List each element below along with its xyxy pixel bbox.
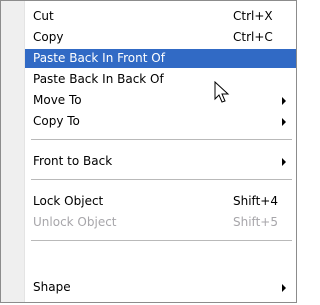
menu-item-front-to-back[interactable]: Front to Back [25, 152, 296, 171]
menu-separator [31, 179, 292, 180]
menu-item-shortcut: Shift+4 [233, 194, 278, 208]
menu-item-label: Copy [33, 30, 64, 44]
menu-item-label: Copy To [33, 114, 80, 128]
menu-item-unlock-object: Unlock Object Shift+5 [25, 213, 296, 232]
menu-item-label: Move To [33, 93, 82, 107]
submenu-arrow-icon [282, 284, 286, 292]
mouse-pointer-icon [214, 81, 230, 103]
menu-item-copy-to[interactable]: Copy To [25, 112, 296, 131]
menu-item-shortcut: Shift+5 [233, 215, 278, 229]
menu-item-label: Shape [33, 280, 71, 294]
menu-item-shortcut: Ctrl+C [233, 30, 273, 44]
menu-item-lock-object[interactable]: Lock Object Shift+4 [25, 192, 296, 211]
menu-separator [31, 240, 292, 241]
menu-item-shortcut: Ctrl+X [233, 9, 273, 23]
menu-separator [31, 139, 292, 140]
menu-item-label: Lock Object [33, 194, 104, 208]
menu-item-label: Front to Back [33, 154, 113, 168]
menu-icon-column [1, 1, 25, 302]
menu-item-shape[interactable]: Shape [25, 278, 296, 297]
menu-item-paste-back-in-back-of[interactable]: Paste Back In Back Of [25, 70, 296, 89]
submenu-arrow-icon [282, 97, 286, 105]
menu-item-label: Paste Back In Back Of [33, 72, 164, 86]
submenu-arrow-icon [282, 118, 286, 126]
menu-item-label: Paste Back In Front Of [33, 51, 165, 65]
menu-item-label: Cut [33, 9, 54, 23]
menu-item-copy[interactable]: Copy Ctrl+C [25, 28, 296, 47]
context-menu: Cut Ctrl+X Copy Ctrl+C Paste Back In Fro… [0, 0, 297, 303]
submenu-arrow-icon [282, 158, 286, 166]
menu-item-label: Unlock Object [33, 215, 117, 229]
menu-item-move-to[interactable]: Move To [25, 91, 296, 110]
menu-item-cut[interactable]: Cut Ctrl+X [25, 7, 296, 26]
menu-item-paste-back-in-front-of[interactable]: Paste Back In Front Of [25, 49, 296, 68]
